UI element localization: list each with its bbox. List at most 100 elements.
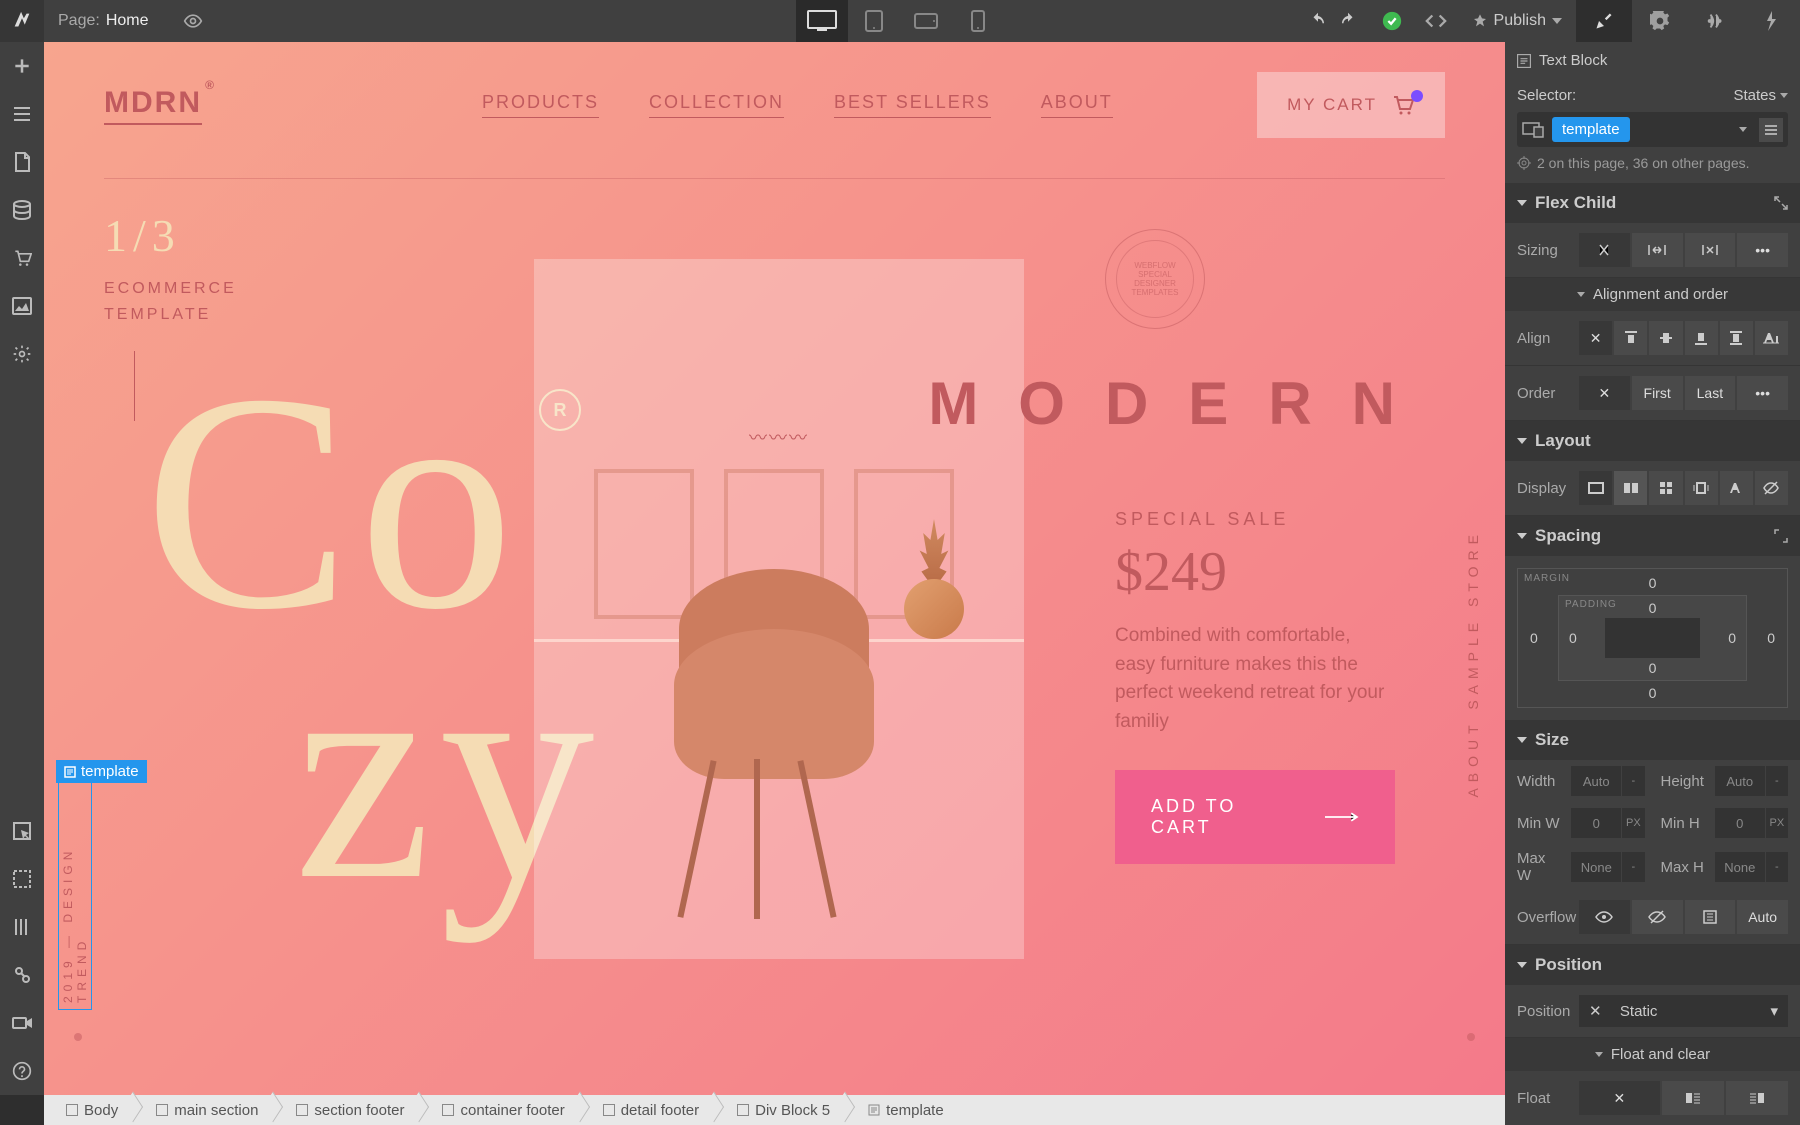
redo-icon[interactable] [1326, 0, 1370, 42]
display-block-icon[interactable] [1579, 471, 1612, 505]
cart-button[interactable]: MY CART [1257, 72, 1445, 138]
selection-badge[interactable]: template [56, 760, 147, 783]
status-check-icon[interactable] [1370, 0, 1414, 42]
webflow-logo-icon[interactable] [0, 0, 44, 42]
nav-products[interactable]: PRODUCTS [482, 92, 599, 118]
align-stretch-icon[interactable] [1720, 321, 1753, 355]
pager-dots-left[interactable] [74, 1033, 82, 1041]
section-layout[interactable]: Layout [1505, 421, 1800, 461]
states-dropdown[interactable]: States [1733, 87, 1776, 104]
code-export-icon[interactable] [1414, 0, 1458, 42]
align-reset-icon[interactable]: ✕ [1579, 321, 1612, 355]
float-left-icon[interactable] [1662, 1081, 1724, 1115]
xray-icon[interactable] [0, 855, 44, 903]
crumb-template[interactable]: template [846, 1095, 960, 1125]
section-position[interactable]: Position [1505, 945, 1800, 985]
add-element-icon[interactable] [0, 42, 44, 90]
grid-icon[interactable] [0, 903, 44, 951]
crumb-container-footer[interactable]: container footer [420, 1095, 580, 1125]
order-more-icon[interactable]: ••• [1737, 376, 1788, 410]
section-spacing[interactable]: Spacing [1505, 516, 1800, 556]
pages-icon[interactable] [0, 138, 44, 186]
style-panel-tab-icon[interactable] [1576, 0, 1632, 42]
minh-input[interactable]: 0 [1715, 808, 1765, 838]
sizing-none-icon[interactable] [1685, 233, 1736, 267]
element-panel-tab-icon[interactable] [1744, 0, 1800, 42]
interactions-panel-tab-icon[interactable] [1688, 0, 1744, 42]
float-clear-toggle[interactable]: Float and clear [1505, 1038, 1800, 1071]
align-end-icon[interactable] [1685, 321, 1718, 355]
audit-icon[interactable] [0, 951, 44, 999]
align-center-icon[interactable] [1649, 321, 1682, 355]
order-first-button[interactable]: First [1632, 376, 1683, 410]
align-start-icon[interactable] [1614, 321, 1647, 355]
padding-left-input[interactable]: 0 [1569, 630, 1577, 646]
ecommerce-icon[interactable] [0, 234, 44, 282]
width-input[interactable]: Auto [1571, 766, 1621, 796]
device-landscape-icon[interactable] [900, 0, 952, 42]
publish-button[interactable]: Publish [1458, 12, 1576, 30]
help-icon[interactable] [0, 1047, 44, 1095]
overflow-hidden-icon[interactable] [1632, 900, 1683, 934]
spacing-editor[interactable]: MARGIN 0 0 0 0 PADDING 0 0 0 0 [1517, 568, 1788, 708]
sizing-shrink-icon[interactable] [1579, 233, 1630, 267]
overflow-scroll-icon[interactable] [1685, 900, 1736, 934]
display-none-icon[interactable] [1755, 471, 1788, 505]
selected-element-outline[interactable]: 2019 — DESIGN TREND [58, 782, 92, 1010]
crumb-section-footer[interactable]: section footer [274, 1095, 420, 1125]
pager-dots-right[interactable] [1467, 1033, 1475, 1041]
design-canvas[interactable]: MDRN® PRODUCTS COLLECTION BEST SELLERS A… [44, 42, 1505, 1095]
expand-icon[interactable] [1774, 529, 1788, 543]
alignment-order-toggle[interactable]: Alignment and order [1505, 278, 1800, 311]
crumb-div-block[interactable]: Div Block 5 [715, 1095, 846, 1125]
margin-left-input[interactable]: 0 [1530, 630, 1538, 646]
canvas-select-icon[interactable] [0, 807, 44, 855]
position-select[interactable]: ✕ Static▾ [1579, 995, 1788, 1027]
selector-input[interactable]: template [1517, 112, 1788, 147]
indicator-icon[interactable] [1759, 118, 1783, 142]
cms-icon[interactable] [0, 186, 44, 234]
expand-icon[interactable] [1774, 196, 1788, 210]
crumb-main-section[interactable]: main section [134, 1095, 274, 1125]
padding-bottom-input[interactable]: 0 [1649, 660, 1657, 676]
height-input[interactable]: Auto [1715, 766, 1765, 796]
minw-input[interactable]: 0 [1571, 808, 1621, 838]
margin-right-input[interactable]: 0 [1767, 630, 1775, 646]
margin-top-input[interactable]: 0 [1649, 575, 1657, 591]
assets-icon[interactable] [0, 282, 44, 330]
settings-panel-tab-icon[interactable] [1632, 0, 1688, 42]
section-size[interactable]: Size [1505, 720, 1800, 760]
add-to-cart-button[interactable]: ADD TO CART [1115, 770, 1395, 864]
sizing-grow-icon[interactable] [1632, 233, 1683, 267]
display-inline-block-icon[interactable] [1685, 471, 1718, 505]
order-last-button[interactable]: Last [1685, 376, 1736, 410]
section-flex-child[interactable]: Flex Child [1505, 183, 1800, 223]
padding-right-input[interactable]: 0 [1728, 630, 1736, 646]
align-baseline-icon[interactable] [1755, 321, 1788, 355]
nav-collection[interactable]: COLLECTION [649, 92, 784, 118]
navigator-icon[interactable] [0, 90, 44, 138]
brand-logo[interactable]: MDRN® [104, 86, 202, 125]
order-reset-icon[interactable]: ✕ [1579, 376, 1630, 410]
float-none-icon[interactable]: ✕ [1579, 1081, 1660, 1115]
device-phone-icon[interactable] [952, 0, 1004, 42]
float-right-icon[interactable] [1726, 1081, 1788, 1115]
display-grid-icon[interactable] [1649, 471, 1682, 505]
overflow-visible-icon[interactable] [1579, 900, 1630, 934]
device-tablet-icon[interactable] [848, 0, 900, 42]
maxw-input[interactable]: None [1571, 852, 1621, 882]
class-tag[interactable]: template [1552, 117, 1630, 142]
crumb-detail-footer[interactable]: detail footer [581, 1095, 715, 1125]
device-desktop-icon[interactable] [796, 0, 848, 42]
margin-bottom-input[interactable]: 0 [1649, 685, 1657, 701]
padding-top-input[interactable]: 0 [1649, 600, 1657, 616]
nav-about[interactable]: ABOUT [1041, 92, 1113, 118]
settings-icon[interactable] [0, 330, 44, 378]
chevron-down-icon[interactable] [1739, 127, 1747, 132]
maxh-input[interactable]: None [1715, 852, 1765, 882]
nav-bestsellers[interactable]: BEST SELLERS [834, 92, 991, 118]
display-inline-icon[interactable] [1720, 471, 1753, 505]
display-flex-icon[interactable] [1614, 471, 1647, 505]
preview-eye-icon[interactable] [171, 0, 215, 42]
crumb-body[interactable]: Body [44, 1095, 134, 1125]
